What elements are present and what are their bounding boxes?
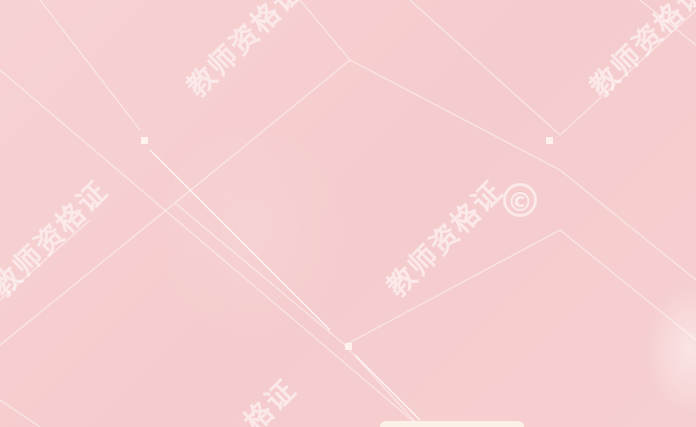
pattern-line [0,399,41,427]
corner-dot [141,137,148,144]
pattern-line [354,354,421,421]
bottom-tab [380,421,524,427]
corner-dot [345,343,352,350]
pattern-line [39,0,141,131]
corner-dot [546,137,553,144]
pattern-line [299,0,351,61]
pattern-line [559,169,696,281]
pattern-line [409,0,561,136]
pattern-line [349,59,561,171]
pattern-line [174,202,346,346]
slide-background: 教师资格证 教师资格证 教师资格证 教师资格证 格证 © [0,0,696,427]
copyright-icon: © [503,183,537,218]
pattern-line [559,229,696,341]
pattern-line [149,149,331,331]
